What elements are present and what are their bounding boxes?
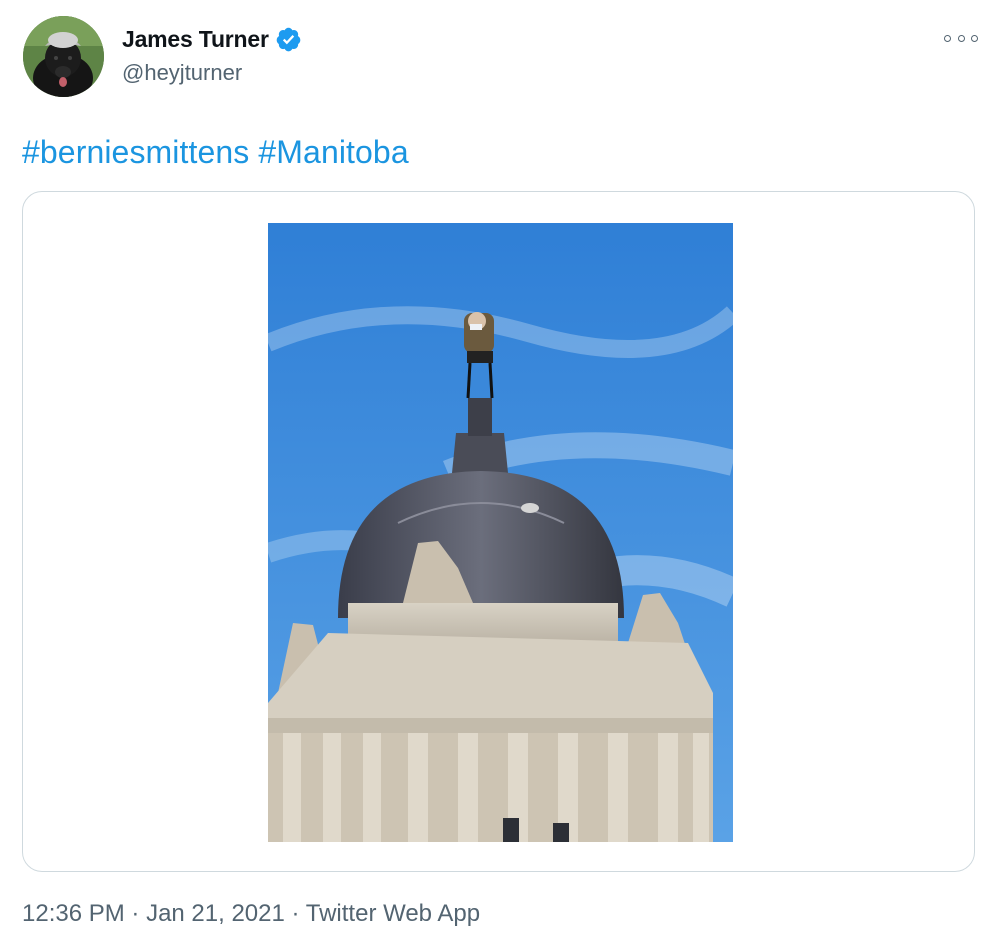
tweet-meta: 12:36 PM · Jan 21, 2021 · Twitter Web Ap… — [22, 900, 480, 928]
author-name[interactable]: James Turner — [122, 26, 269, 53]
author-handle[interactable]: @heyjturner — [122, 60, 242, 86]
more-dot — [957, 34, 965, 42]
dog-avatar-icon — [23, 16, 104, 97]
hashtag-link[interactable]: #Manitoba — [258, 134, 408, 170]
hashtag-link[interactable]: #berniesmittens — [22, 134, 249, 170]
more-dot — [944, 34, 951, 42]
tweet-time[interactable]: 12:36 PM — [22, 900, 125, 927]
tweet-photo[interactable] — [268, 223, 733, 842]
author-avatar[interactable] — [23, 16, 104, 97]
tweet-date[interactable]: Jan 21, 2021 — [146, 900, 285, 927]
more-dot — [971, 34, 978, 42]
meta-separator: · — [284, 900, 306, 927]
more-options-icon[interactable] — [944, 28, 978, 48]
tweet-source[interactable]: Twitter Web App — [306, 900, 480, 927]
verified-badge-icon — [276, 27, 301, 52]
author-name-row[interactable]: James Turner — [122, 26, 302, 53]
photo-capitol-dome-with-seated-figure-icon — [268, 223, 733, 842]
tweet-text: #berniesmittens #Manitoba — [22, 134, 409, 171]
meta-separator: · — [124, 900, 147, 927]
media-card — [22, 191, 975, 872]
